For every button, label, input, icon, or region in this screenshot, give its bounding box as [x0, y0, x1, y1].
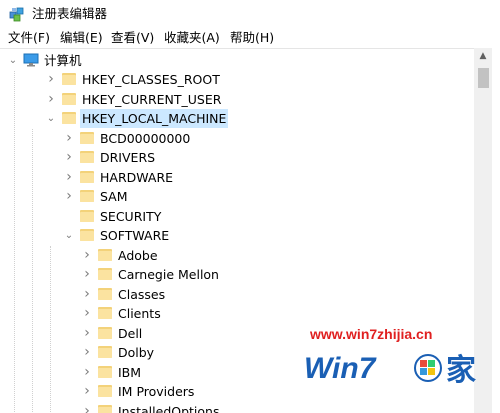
chevron-right-icon[interactable]: ›	[46, 90, 56, 109]
tree-row[interactable]: ⌄ SOFTWARE	[0, 226, 474, 245]
folder-icon	[98, 248, 112, 261]
tree-row[interactable]: › Clients	[0, 304, 474, 323]
tree-label: 计算机	[44, 53, 82, 68]
tree-row[interactable]: › Classes	[0, 285, 474, 304]
tree-label: Adobe	[118, 247, 158, 263]
tree-row-computer[interactable]: ⌄ 计算机	[0, 51, 474, 70]
chevron-right-icon[interactable]: ›	[82, 246, 92, 265]
chevron-right-icon[interactable]: ›	[64, 129, 74, 148]
title-bar: 注册表编辑器	[0, 0, 500, 28]
watermark-logo-char: 家	[446, 353, 476, 388]
folder-icon	[80, 170, 94, 183]
menu-view[interactable]: 查看(V)	[111, 28, 154, 48]
tree-label: IM Providers	[118, 384, 195, 399]
chevron-right-icon[interactable]: ›	[82, 382, 92, 401]
menu-bar: 文件(F) 编辑(E) 查看(V) 收藏夹(A) 帮助(H)	[0, 28, 500, 48]
tree-label: BCD00000000	[100, 130, 191, 146]
tree-label: Dell	[118, 325, 143, 341]
tree-label: Clients	[118, 306, 161, 321]
watermark-logo: Win7 家	[304, 352, 476, 388]
tree-row[interactable]: ⌄ HKEY_LOCAL_MACHINE	[0, 109, 474, 128]
menu-help[interactable]: 帮助(H)	[230, 28, 274, 48]
chevron-right-icon[interactable]: ›	[64, 148, 74, 167]
chevron-right-icon[interactable]: ›	[82, 285, 92, 304]
tree-label: HARDWARE	[100, 169, 174, 185]
tree-label: HKEY_CURRENT_USER	[82, 91, 222, 107]
chevron-down-icon[interactable]: ⌄	[46, 109, 56, 128]
folder-icon	[98, 365, 112, 378]
tree-label: HKEY_LOCAL_MACHINE	[80, 109, 229, 128]
tree-row[interactable]: › Adobe	[0, 246, 474, 265]
folder-icon	[62, 92, 76, 105]
folder-icon	[98, 287, 112, 300]
tree-row[interactable]: › Carnegie Mellon	[0, 265, 474, 284]
tree-row[interactable]: › InstalledOptions	[0, 402, 474, 413]
tree-row[interactable]: › BCD00000000	[0, 129, 474, 148]
folder-icon	[98, 404, 112, 413]
tree-label: DRIVERS	[100, 150, 156, 165]
tree-label: SECURITY	[100, 208, 162, 224]
chevron-right-icon[interactable]: ›	[82, 363, 92, 382]
tree-label: SAM	[100, 189, 128, 204]
menu-favorites[interactable]: 收藏夹(A)	[164, 28, 220, 48]
folder-icon	[98, 307, 112, 319]
chevron-down-icon[interactable]: ⌄	[64, 226, 74, 245]
registry-editor-window: 注册表编辑器 文件(F) 编辑(E) 查看(V) 收藏夹(A) 帮助(H) ⌄ …	[0, 0, 500, 413]
tree-row[interactable]: › SAM	[0, 187, 474, 206]
tree-label: Classes	[118, 286, 166, 302]
folder-icon	[80, 190, 94, 202]
tree-label: Dolby	[118, 345, 155, 360]
computer-icon	[23, 53, 39, 67]
window-title: 注册表编辑器	[32, 6, 108, 21]
menu-edit[interactable]: 编辑(E)	[60, 28, 103, 48]
tree-row[interactable]: SECURITY	[0, 207, 474, 226]
tree-label: Carnegie Mellon	[118, 267, 219, 282]
menu-file[interactable]: 文件(F)	[8, 28, 50, 48]
folder-icon	[98, 326, 112, 339]
chevron-right-icon[interactable]: ›	[82, 402, 92, 413]
scroll-thumb[interactable]	[478, 68, 489, 88]
tree-label: HKEY_CLASSES_ROOT	[82, 72, 220, 87]
tree-label: SOFTWARE	[100, 228, 170, 243]
tree-label: InstalledOptions	[118, 403, 220, 413]
folder-icon	[98, 346, 112, 358]
chevron-right-icon[interactable]: ›	[82, 304, 92, 323]
chevron-right-icon[interactable]: ›	[64, 187, 74, 206]
chevron-right-icon[interactable]: ›	[64, 168, 74, 187]
folder-icon	[80, 151, 94, 163]
watermark: www.win7zhijia.cn Win7 家	[300, 326, 496, 398]
chevron-right-icon[interactable]: ›	[46, 70, 56, 89]
folder-icon	[62, 112, 76, 124]
chevron-down-icon[interactable]: ⌄	[8, 51, 18, 70]
folder-icon	[62, 73, 76, 85]
tree-row[interactable]: › HKEY_CLASSES_ROOT	[0, 70, 474, 89]
chevron-right-icon[interactable]: ›	[82, 324, 92, 343]
watermark-logo-text: Win7	[304, 352, 377, 385]
folder-icon	[80, 209, 94, 222]
folder-icon	[98, 268, 112, 280]
scroll-up-arrow-icon[interactable]: ▲	[474, 48, 492, 65]
tree-row[interactable]: › HARDWARE	[0, 168, 474, 187]
tree-row[interactable]: › DRIVERS	[0, 148, 474, 167]
registry-editor-icon	[9, 6, 25, 22]
tree-label: IBM	[118, 364, 142, 380]
folder-icon	[80, 229, 94, 241]
folder-icon	[80, 131, 94, 144]
tree-row[interactable]: › HKEY_CURRENT_USER	[0, 90, 474, 109]
folder-icon	[98, 385, 112, 397]
chevron-right-icon[interactable]: ›	[82, 265, 92, 284]
chevron-right-icon[interactable]: ›	[82, 343, 92, 362]
